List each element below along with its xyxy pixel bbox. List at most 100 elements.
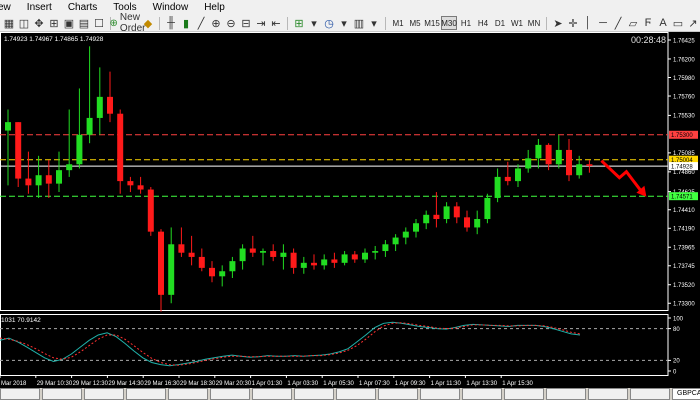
zoom-in-icon[interactable]: ⊕ (209, 16, 223, 30)
symbol-tab[interactable]: GBPCAD,M30 (672, 388, 700, 400)
cursor-icon[interactable]: ➤ (551, 16, 565, 30)
candle-body (25, 178, 32, 186)
candle-body (45, 175, 52, 184)
candle-body (107, 96, 113, 114)
timeframe-m5[interactable]: M5 (407, 16, 423, 30)
candle-body (392, 237, 399, 245)
label-icon[interactable]: ▭ (671, 16, 685, 30)
toolbar-separator (385, 16, 386, 30)
candle-body (504, 176, 511, 182)
symbol-tab[interactable] (168, 388, 208, 400)
data-window-icon[interactable]: ⊞ (47, 16, 61, 30)
symbol-tab[interactable] (42, 388, 82, 400)
candle-body (545, 144, 552, 165)
symbol-tab[interactable] (0, 388, 40, 400)
horizontal-line-icon[interactable]: ─ (596, 16, 610, 30)
menu-charts[interactable]: Charts (60, 0, 105, 15)
dropdown-icon[interactable]: ▾ (367, 16, 381, 30)
channel-icon[interactable]: ▱ (626, 16, 640, 30)
symbol-tab[interactable] (630, 388, 670, 400)
candle-body (300, 262, 307, 268)
timeframe-m1[interactable]: M1 (390, 16, 406, 30)
crosshair-icon[interactable]: ✛ (566, 16, 580, 30)
time-tick-label: 1 Apr 01:30 (252, 381, 283, 387)
new-order-icon: ⊕ (109, 17, 118, 29)
timeframe-w1[interactable]: W1 (509, 16, 525, 30)
time-tick-label: 29 Mar 16:30 (144, 381, 180, 387)
candlestick-icon[interactable]: ▮ (179, 16, 193, 30)
symbol-tab[interactable] (210, 388, 250, 400)
timeframe-d1[interactable]: D1 (492, 16, 508, 30)
line-chart-icon[interactable]: ╱ (194, 16, 208, 30)
dropdown-icon[interactable]: ▾ (307, 16, 321, 30)
zoom-out-icon[interactable]: ⊖ (224, 16, 238, 30)
symbol-tab[interactable] (126, 388, 166, 400)
symbol-tab[interactable] (294, 388, 334, 400)
price-tick-label: 1.74410 (673, 208, 695, 214)
candle-body (5, 122, 11, 131)
time-tick-label: 1 Apr 11:30 (431, 381, 462, 387)
new-chart-icon[interactable]: ▦ (2, 16, 16, 30)
autoscroll-icon[interactable]: ⇥ (254, 16, 268, 30)
menu-insert[interactable]: Insert (19, 0, 60, 15)
timeframe-m30[interactable]: M30 (441, 16, 457, 30)
symbol-tab[interactable] (546, 388, 586, 400)
market-watch-icon[interactable]: ✥ (32, 16, 46, 30)
strategy-tester-icon[interactable]: ☐ (92, 16, 106, 30)
candle-body (209, 267, 215, 277)
candle-body (198, 256, 205, 268)
forecast-arrow-line (600, 159, 644, 194)
fibonacci-icon[interactable]: Ϝ (641, 16, 655, 30)
price-tick-label: 1.75760 (673, 94, 695, 100)
symbol-tab[interactable] (504, 388, 544, 400)
toolbar-separator (546, 16, 547, 30)
navigator-icon[interactable]: ▣ (62, 16, 76, 30)
symbol-tab[interactable] (462, 388, 502, 400)
candle-body (586, 164, 593, 166)
candle-body (15, 122, 22, 179)
symbol-tab[interactable] (84, 388, 124, 400)
bar-countdown: 00:28:48 (631, 35, 666, 45)
candle-body (535, 144, 542, 159)
time-tick-label: 1 Apr 03:30 (287, 381, 318, 387)
tile-windows-icon[interactable]: ⊟ (239, 16, 253, 30)
candle-body (158, 231, 164, 295)
dropdown-icon[interactable]: ▾ (337, 16, 351, 30)
price-level-label: 1.75300 (671, 133, 693, 139)
new-order-button[interactable]: ⊕ New Order (110, 12, 146, 34)
candle-body (56, 170, 62, 184)
timeframe-mn[interactable]: MN (526, 16, 542, 30)
chart-shift-icon[interactable]: ⇤ (269, 16, 283, 30)
candle-body (137, 185, 144, 190)
terminal-icon[interactable]: ▤ (77, 16, 91, 30)
timeframe-m15[interactable]: M15 (424, 16, 440, 30)
menu-window[interactable]: Window (145, 0, 197, 15)
symbol-tab[interactable] (336, 388, 376, 400)
price-level-label: 1.74571 (671, 194, 693, 200)
chart-canvas[interactable]: 1.764251.762001.759801.757601.755301.750… (0, 32, 700, 388)
menu-view[interactable]: ew (0, 0, 19, 15)
bar-chart-icon[interactable]: ╫ (164, 16, 178, 30)
timeframe-h1[interactable]: H1 (458, 16, 474, 30)
indicators-icon[interactable]: ⊞ (292, 16, 306, 30)
vertical-line-icon[interactable]: │ (581, 16, 595, 30)
oscillator-frame (0, 314, 669, 376)
symbol-tab[interactable] (588, 388, 628, 400)
timeframe-h4[interactable]: H4 (475, 16, 491, 30)
templates-icon[interactable]: ▥ (352, 16, 366, 30)
trendline-icon[interactable]: ╱ (611, 16, 625, 30)
candle-body (127, 181, 134, 186)
candle-body (168, 244, 175, 295)
chart-window[interactable]: 1.76425 1.76200 1.75980 1.75760 1.75530 1.750… (0, 32, 700, 388)
periods-icon[interactable]: ◷ (322, 16, 336, 30)
arrows-icon[interactable]: ↗ (686, 16, 700, 30)
profiles-icon[interactable]: ◫ (17, 16, 31, 30)
symbol-tab[interactable] (420, 388, 460, 400)
symbol-tab[interactable] (252, 388, 292, 400)
meta-editor-icon[interactable]: ◆ (141, 16, 155, 30)
candle-body (566, 149, 572, 176)
symbol-tab[interactable] (378, 388, 418, 400)
menu-help[interactable]: Help (196, 0, 233, 15)
time-tick-label: 29 Mar 20:30 (216, 381, 252, 387)
text-icon[interactable]: A (656, 16, 670, 30)
